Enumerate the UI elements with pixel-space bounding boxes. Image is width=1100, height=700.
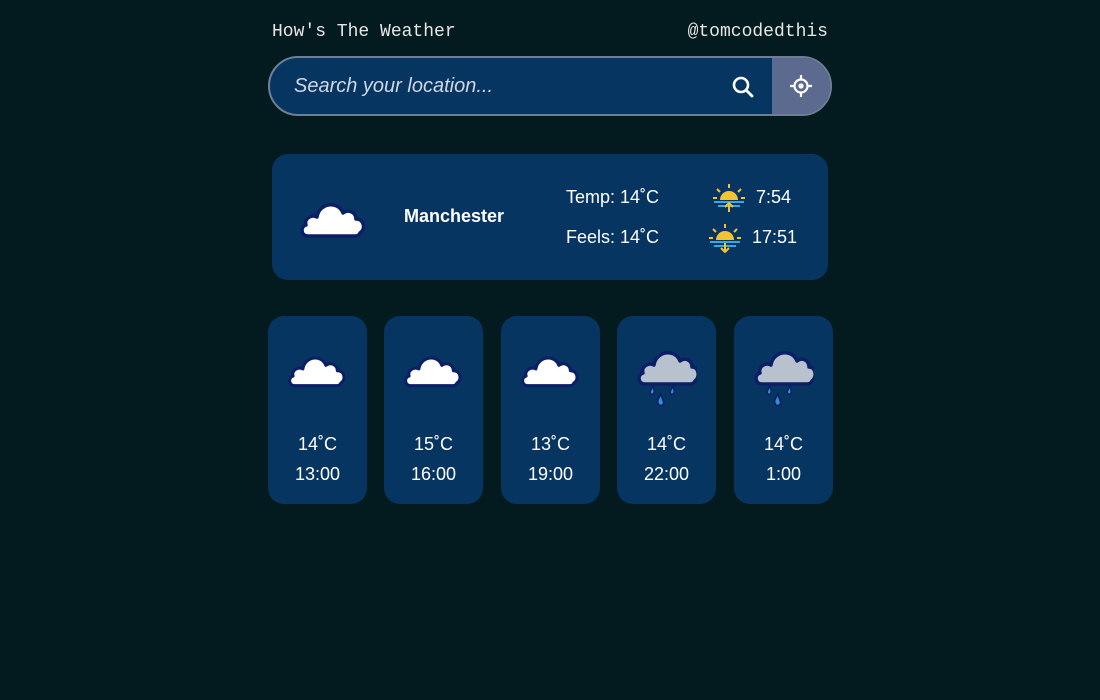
crosshair-icon xyxy=(790,75,812,97)
search-bar xyxy=(268,56,832,116)
locate-button[interactable] xyxy=(772,58,830,114)
sunset-time: 17:51 xyxy=(752,227,798,247)
forecast-time: 22:00 xyxy=(643,464,690,484)
cloud-icon xyxy=(288,356,346,388)
forecast-card: 14˚C 1:00 xyxy=(734,316,833,504)
forecast-temp: 14˚C xyxy=(297,434,337,454)
sunset-icon xyxy=(709,224,741,253)
sunrise-time: 7:54 xyxy=(756,187,792,207)
forecast-temp: 14˚C xyxy=(646,434,686,454)
top-bar: How's The Weather @tomcodedthis xyxy=(268,18,832,46)
cloud-icon xyxy=(300,203,366,238)
forecast-card: 14˚C 13:00 xyxy=(268,316,367,504)
search-icon xyxy=(732,76,754,98)
search-input[interactable] xyxy=(294,58,714,114)
forecast-temp: 14˚C xyxy=(763,434,803,454)
current-temp: Temp: 14˚C xyxy=(566,187,660,207)
current-weather-card: Manchester Temp: 14˚C Feels: 14˚C 7:54 1… xyxy=(272,154,828,280)
feels-like-temp: Feels: 14˚C xyxy=(566,227,660,247)
forecast-card: 15˚C 16:00 xyxy=(384,316,483,504)
sunrise-icon xyxy=(713,184,745,212)
rain-cloud-icon xyxy=(637,351,697,407)
search-button[interactable] xyxy=(728,72,758,102)
forecast-card: 13˚C 19:00 xyxy=(501,316,600,504)
weather-app: How's The Weather @tomcodedthis Manc xyxy=(268,18,833,504)
forecast-time: 19:00 xyxy=(527,464,574,484)
forecast-time: 1:00 xyxy=(765,464,802,484)
rain-cloud-icon xyxy=(754,351,814,407)
forecast-time: 13:00 xyxy=(294,464,341,484)
city-name: Manchester xyxy=(404,206,505,226)
author-handle[interactable]: @tomcodedthis xyxy=(688,22,828,42)
forecast-card: 14˚C 22:00 xyxy=(617,316,716,504)
forecast-temp: 15˚C xyxy=(413,434,453,454)
app-title: How's The Weather xyxy=(272,22,456,42)
forecast-temp: 13˚C xyxy=(530,434,570,454)
forecast-time: 16:00 xyxy=(410,464,457,484)
forecast-list: 14˚C 13:00 15˚C 16:00 13˚C 19:00 14˚C 22… xyxy=(268,316,834,504)
cloud-icon xyxy=(404,356,462,388)
cloud-icon xyxy=(521,356,579,388)
